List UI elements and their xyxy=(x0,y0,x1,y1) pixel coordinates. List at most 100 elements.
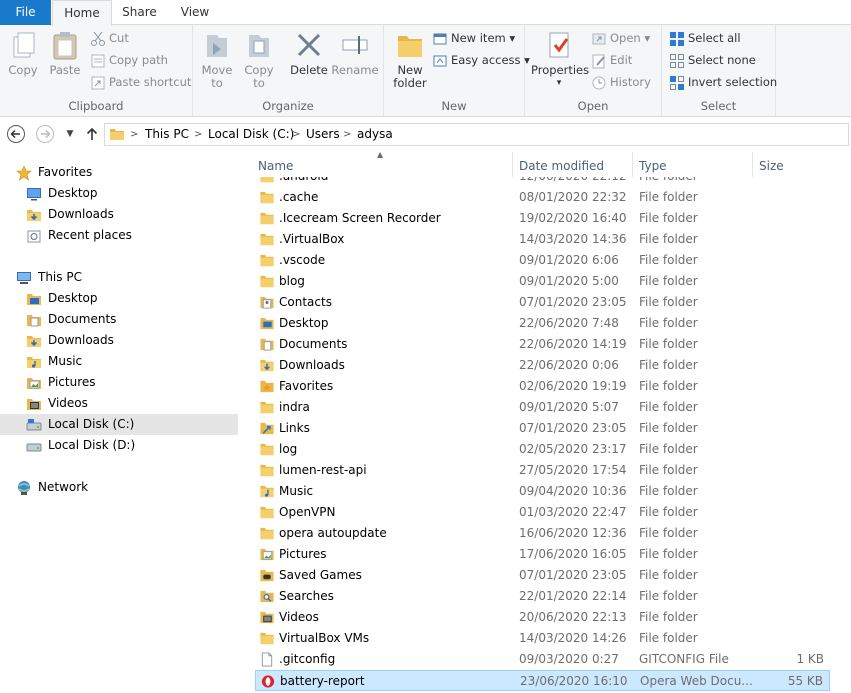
move-to-icon xyxy=(207,35,227,57)
file-name: Videos xyxy=(279,610,319,624)
ribbon: Copy Paste Cut Copy path Paste shortcut … xyxy=(0,25,851,117)
nav-pc-videos[interactable]: Videos xyxy=(26,393,226,414)
file-row[interactable]: Links 07/01/2020 23:05 File folder xyxy=(255,418,830,439)
breadcrumb-separator-icon[interactable]: > xyxy=(343,124,351,145)
file-row[interactable]: Searches 22/01/2020 22:14 File folder xyxy=(255,586,830,607)
forward-button[interactable] xyxy=(35,124,55,144)
cut-button[interactable]: Cut xyxy=(90,28,129,48)
breadcrumb-separator-icon[interactable]: > xyxy=(130,124,138,145)
nav-fav-downloads[interactable]: Downloads xyxy=(26,204,226,225)
nav-favorites[interactable]: Favorites xyxy=(16,162,216,183)
tab-file[interactable]: File xyxy=(0,0,51,25)
file-type: File folder xyxy=(639,400,698,414)
file-row[interactable]: battery-report 23/06/2020 16:10 Opera Web … xyxy=(255,670,830,691)
paste-label: Paste xyxy=(49,63,81,77)
select-none-button[interactable]: Select none xyxy=(669,50,756,70)
paste-shortcut-button[interactable]: Paste shortcut xyxy=(90,72,191,92)
file-row[interactable]: Downloads 22/06/2020 0:06 File folder xyxy=(255,355,830,376)
file-row[interactable]: Music 09/04/2020 10:36 File folder xyxy=(255,481,830,502)
file-row[interactable]: Saved Games 07/01/2020 23:05 File folder xyxy=(255,565,830,586)
nav-pc-music[interactable]: Music xyxy=(26,351,226,372)
breadcrumb-users[interactable]: Users xyxy=(306,124,340,145)
up-button[interactable] xyxy=(82,124,102,144)
file-row[interactable]: Documents 22/06/2020 14:19 File folder xyxy=(255,334,830,355)
nav-pc-downloads[interactable]: Downloads xyxy=(26,330,226,351)
file-row[interactable]: .VirtualBox 14/03/2020 14:36 File folder xyxy=(255,229,830,250)
address-bar[interactable]: > This PC > Local Disk (C:) > Users > ad… xyxy=(104,123,849,146)
nav-pc-documents-label: Documents xyxy=(48,312,117,326)
file-row[interactable]: lumen-rest-api 27/05/2020 17:54 File folde… xyxy=(255,460,830,481)
copy-to-button[interactable]: Copy to xyxy=(239,29,279,90)
nav-fav-desktop[interactable]: Desktop xyxy=(26,183,226,204)
copy-path-button[interactable]: Copy path xyxy=(90,50,168,70)
file-row[interactable]: Favorites 02/06/2020 19:19 File folder xyxy=(255,376,830,397)
delete-button[interactable]: Delete xyxy=(287,29,331,77)
paste-shortcut-icon xyxy=(91,76,105,89)
file-row[interactable]: blog 09/01/2020 5:00 File folder xyxy=(255,271,830,292)
rename-button[interactable]: Rename xyxy=(331,29,379,77)
move-to-button[interactable]: Move to xyxy=(197,29,237,90)
nav-pc-local-disk-d[interactable]: Local Disk (D:) xyxy=(26,435,226,456)
select-all-button[interactable]: Select all xyxy=(669,28,741,48)
breadcrumb-separator-icon[interactable]: > xyxy=(194,124,202,145)
properties-button[interactable]: Properties ▾ xyxy=(531,29,589,90)
group-open: Properties ▾ Open ▾ Edit History Open xyxy=(525,25,662,117)
file-row[interactable]: Videos 20/06/2020 22:13 File folder xyxy=(255,607,830,628)
file-row[interactable]: VirtualBox VMs 14/03/2020 14:26 File folde… xyxy=(255,628,830,649)
breadcrumb-separator-icon[interactable]: > xyxy=(292,124,300,145)
file-name: Pictures xyxy=(279,547,327,561)
column-size[interactable]: Size xyxy=(753,152,833,177)
column-name[interactable]: Name xyxy=(252,152,513,177)
column-type[interactable]: Type xyxy=(633,152,753,177)
breadcrumb-adysa[interactable]: adysa xyxy=(357,124,393,145)
back-button[interactable] xyxy=(6,124,26,144)
new-item-button[interactable]: New item ▾ xyxy=(432,28,515,48)
nav-pc-downloads-label: Downloads xyxy=(48,333,114,347)
pictures-folder-icon xyxy=(27,378,41,389)
history-button[interactable]: History xyxy=(591,72,651,92)
file-date-modified: 09/04/2020 10:36 xyxy=(519,484,627,498)
new-folder-button[interactable]: New folder xyxy=(388,29,432,90)
file-row[interactable]: Desktop 22/06/2020 7:48 File folder xyxy=(255,313,830,334)
file-row[interactable]: .vscode 09/01/2020 6:06 File folder xyxy=(255,250,830,271)
nav-pc-local-disk-c[interactable]: Local Disk (C:) xyxy=(0,414,238,435)
nav-pc-documents[interactable]: Documents xyxy=(26,309,226,330)
breadcrumb-local-disk-c[interactable]: Local Disk (C:) xyxy=(208,124,294,145)
column-date-modified[interactable]: Date modified xyxy=(513,152,633,177)
tab-share[interactable]: Share xyxy=(113,0,166,25)
chevron-down-icon: ▼ xyxy=(66,129,74,139)
file-date-modified: 14/03/2020 14:26 xyxy=(519,631,627,645)
group-select: Select all Select none Invert selection … xyxy=(662,25,777,117)
file-row[interactable]: indra 09/01/2020 5:07 File folder xyxy=(255,397,830,418)
folder-icon xyxy=(110,129,124,140)
recent-locations-dropdown[interactable]: ▼ xyxy=(60,124,80,144)
invert-selection-button[interactable]: Invert selection xyxy=(669,72,777,92)
nav-fav-recent-places-label: Recent places xyxy=(48,228,132,242)
file-row[interactable]: .gitconfig 09/03/2020 0:27 GITCONFIG File 1… xyxy=(255,649,830,670)
file-row[interactable]: opera autoupdate 16/06/2020 12:36 File fol… xyxy=(255,523,830,544)
file-name: Contacts xyxy=(279,295,332,309)
nav-this-pc[interactable]: This PC xyxy=(16,267,216,288)
file-row[interactable]: .Icecream Screen Recorder 19/02/2020 16:4… xyxy=(255,208,830,229)
paste-button[interactable]: Paste xyxy=(46,29,84,77)
clipboard-group-label: Clipboard xyxy=(68,99,124,113)
tab-home[interactable]: Home xyxy=(52,0,112,26)
nav-fav-recent-places[interactable]: Recent places xyxy=(26,225,226,246)
open-button[interactable]: Open ▾ xyxy=(591,28,650,48)
copy-button[interactable]: Copy xyxy=(4,29,42,77)
file-row[interactable]: Contacts 07/01/2020 23:05 File folder xyxy=(255,292,830,313)
file-row[interactable]: log 02/05/2020 23:17 File folder xyxy=(255,439,830,460)
file-row[interactable]: Pictures 17/06/2020 16:05 File folder xyxy=(255,544,830,565)
file-row[interactable]: .cache 08/01/2020 22:32 File folder xyxy=(255,187,830,208)
file-row[interactable]: OpenVPN 01/03/2020 22:47 File folder xyxy=(255,502,830,523)
nav-pc-pictures[interactable]: Pictures xyxy=(26,372,226,393)
easy-access-button[interactable]: Easy access ▾ xyxy=(432,50,530,70)
breadcrumb-this-pc[interactable]: This PC xyxy=(145,124,189,145)
edit-button[interactable]: Edit xyxy=(591,50,632,70)
nav-network[interactable]: Network xyxy=(16,477,216,498)
tab-view[interactable]: View xyxy=(166,0,224,25)
nav-pc-desktop[interactable]: Desktop xyxy=(26,288,226,309)
file-type: File folder xyxy=(639,484,698,498)
forward-arrow-icon xyxy=(36,125,54,143)
file-name: .VirtualBox xyxy=(279,232,345,246)
